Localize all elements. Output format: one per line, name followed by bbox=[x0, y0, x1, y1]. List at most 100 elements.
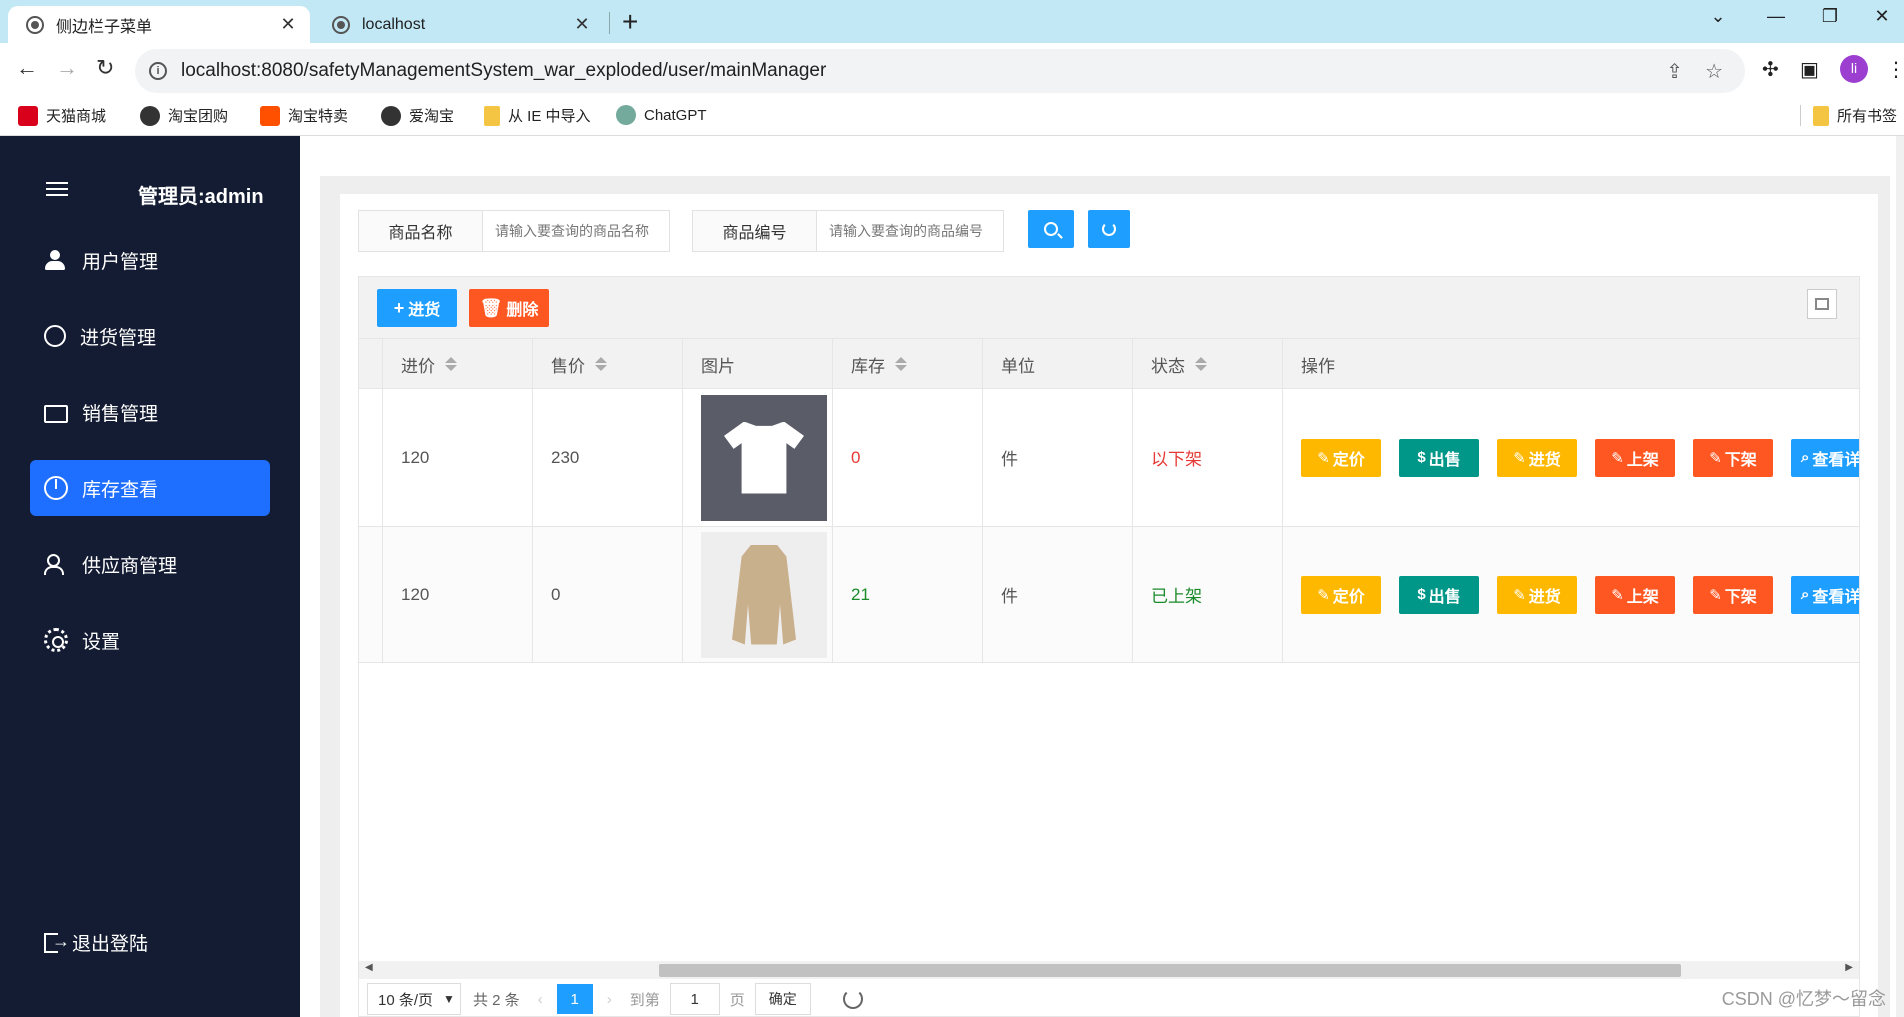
take-off-shelf-button[interactable]: ✎ 下架 bbox=[1693, 438, 1773, 477]
delete-button[interactable]: 🗑 删除 bbox=[469, 289, 549, 327]
globe-icon bbox=[381, 105, 401, 126]
header-label: 状态 bbox=[1151, 356, 1185, 376]
stock-in-button[interactable]: + 进货 bbox=[377, 289, 457, 327]
sidebar-item-users[interactable]: 用户管理 bbox=[30, 232, 270, 288]
scrollbar-thumb[interactable] bbox=[659, 964, 1681, 977]
sidebar-item-label: 供应商管理 bbox=[82, 555, 178, 577]
omnibox[interactable]: i localhost:8080/safetyManagementSystem_… bbox=[135, 49, 1745, 93]
sidebar-item-settings[interactable]: 设置 bbox=[30, 612, 270, 668]
share-icon[interactable]: ⇪ bbox=[1666, 59, 1683, 84]
view-details-button[interactable]: ⌕ 查看详 bbox=[1791, 438, 1859, 477]
sort-icon[interactable] bbox=[1195, 357, 1207, 371]
goto-confirm-button[interactable]: 确定 bbox=[754, 983, 811, 1015]
take-off-shelf-button[interactable]: ✎ 下架 bbox=[1693, 575, 1773, 614]
trash-icon: 🗑 bbox=[479, 297, 503, 318]
horizontal-scrollbar[interactable]: ◀ ▶ bbox=[359, 961, 1859, 979]
address-bar-row: ← → ↻ i localhost:8080/safetyManagementS… bbox=[0, 43, 1904, 99]
browser-tab-inactive[interactable]: localhost ✕ bbox=[314, 6, 604, 43]
button-label: 删除 bbox=[506, 302, 539, 319]
sell-button[interactable]: $ 出售 bbox=[1399, 438, 1479, 477]
hamburger-menu-icon[interactable] bbox=[46, 182, 68, 196]
bookmark-taobao-group[interactable]: 淘宝团购 bbox=[140, 105, 228, 126]
bookmark-ai-taobao[interactable]: 爱淘宝 bbox=[381, 105, 454, 126]
scroll-left-arrow-icon[interactable]: ◀ bbox=[365, 962, 373, 973]
column-filter-button[interactable] bbox=[1807, 289, 1837, 319]
sort-icon[interactable] bbox=[595, 357, 607, 371]
sell-button[interactable]: $ 出售 bbox=[1399, 575, 1479, 614]
bookmark-tmall[interactable]: 天猫商城 bbox=[18, 105, 106, 126]
search-icon bbox=[1044, 222, 1058, 236]
list-on-shelf-button[interactable]: ✎ 上架 bbox=[1595, 575, 1675, 614]
bookmark-taobao-sale[interactable]: 淘宝特卖 bbox=[260, 105, 348, 126]
header-stock[interactable]: 库存 bbox=[833, 339, 983, 389]
tab-title: 侧边栏子菜单 bbox=[56, 18, 153, 36]
button-label: 上架 bbox=[1626, 451, 1659, 469]
reload-icon[interactable]: ↻ bbox=[96, 55, 114, 81]
sidebar-item-suppliers[interactable]: 供应商管理 bbox=[30, 536, 270, 592]
bookmark-star-icon[interactable]: ☆ bbox=[1705, 59, 1723, 84]
search-button[interactable] bbox=[1028, 210, 1074, 248]
button-label: 出售 bbox=[1428, 451, 1461, 469]
sidebar-item-inventory[interactable]: 库存查看 bbox=[30, 460, 270, 516]
goto-page-input[interactable]: 1 bbox=[669, 983, 720, 1015]
all-bookmarks[interactable]: 所有书签 bbox=[1800, 105, 1897, 126]
profile-avatar[interactable]: li bbox=[1840, 55, 1868, 83]
cost-cell: 120 bbox=[383, 527, 533, 662]
restock-button[interactable]: ✎ 进货 bbox=[1497, 575, 1577, 614]
product-code-input[interactable] bbox=[817, 211, 1003, 251]
reset-button[interactable] bbox=[1088, 210, 1130, 248]
tab-title: localhost bbox=[362, 15, 426, 33]
sidebar-item-label: 用户管理 bbox=[82, 251, 159, 273]
folder-icon bbox=[484, 105, 500, 126]
minimize-button[interactable]: — bbox=[1756, 6, 1796, 27]
page-vertical-scrollbar[interactable] bbox=[1896, 136, 1904, 1017]
set-price-button[interactable]: ✎ 定价 bbox=[1301, 575, 1381, 614]
image-cell bbox=[683, 389, 833, 526]
folder-icon bbox=[44, 405, 68, 423]
dollar-icon: $ bbox=[1417, 449, 1426, 466]
header-price[interactable]: 售价 bbox=[533, 339, 683, 389]
sort-icon[interactable] bbox=[895, 357, 907, 371]
button-label: 上架 bbox=[1626, 588, 1659, 606]
header-checkbox-col bbox=[359, 339, 383, 389]
set-price-button[interactable]: ✎ 定价 bbox=[1301, 438, 1381, 477]
view-details-button[interactable]: ⌕ 查看详 bbox=[1791, 575, 1859, 614]
sort-icon[interactable] bbox=[445, 357, 457, 371]
back-icon[interactable]: ← bbox=[16, 55, 38, 81]
scroll-right-arrow-icon[interactable]: ▶ bbox=[1845, 962, 1853, 973]
close-tab-icon[interactable]: ✕ bbox=[276, 14, 300, 35]
close-window-button[interactable]: ✕ bbox=[1862, 6, 1902, 27]
prev-page-icon[interactable]: ‹ bbox=[538, 991, 543, 1008]
bookmark-ie-import[interactable]: 从 IE 中导入 bbox=[484, 105, 591, 126]
sidebar-item-label: 销售管理 bbox=[82, 403, 159, 425]
header-image: 图片 bbox=[683, 339, 833, 389]
side-panel-icon[interactable]: ▣ bbox=[1800, 57, 1819, 82]
image-cell bbox=[683, 527, 833, 662]
new-tab-button[interactable]: + bbox=[622, 8, 638, 36]
refresh-icon[interactable] bbox=[842, 989, 863, 1009]
url-text[interactable]: localhost:8080/safetyManagementSystem_wa… bbox=[181, 60, 1666, 82]
list-on-shelf-button[interactable]: ✎ 上架 bbox=[1595, 438, 1675, 477]
page-size-select[interactable]: 10 条/页 ▼ bbox=[367, 983, 461, 1015]
current-page[interactable]: 1 bbox=[556, 984, 593, 1014]
browser-tab-active[interactable]: 侧边栏子菜单 ✕ bbox=[8, 6, 310, 43]
next-page-icon[interactable]: › bbox=[607, 991, 612, 1008]
sidebar-item-logout[interactable]: 退出登陆 bbox=[30, 914, 270, 970]
restore-button[interactable]: ❐ bbox=[1810, 6, 1850, 27]
bookmark-chatgpt[interactable]: ChatGPT bbox=[616, 105, 707, 125]
sidebar-item-sales[interactable]: 销售管理 bbox=[30, 384, 270, 440]
site-info-icon[interactable]: i bbox=[149, 62, 167, 80]
extensions-icon[interactable]: ✣ bbox=[1762, 57, 1779, 82]
sidebar-item-purchase[interactable]: 进货管理 bbox=[30, 308, 270, 364]
product-name-input[interactable] bbox=[483, 211, 669, 251]
menu-kebab-icon[interactable]: ⋮ bbox=[1886, 57, 1904, 82]
restock-button[interactable]: ✎ 进货 bbox=[1497, 438, 1577, 477]
header-cost[interactable]: 进价 bbox=[383, 339, 533, 389]
forward-icon[interactable]: → bbox=[56, 55, 78, 81]
status-cell: 已上架 bbox=[1133, 527, 1283, 662]
tab-search-icon[interactable]: ⌄ bbox=[1698, 6, 1738, 27]
header-status[interactable]: 状态 bbox=[1133, 339, 1283, 389]
close-tab-icon[interactable]: ✕ bbox=[570, 14, 594, 35]
product-image-coat[interactable] bbox=[701, 531, 827, 658]
product-image-tshirt[interactable] bbox=[701, 394, 827, 521]
